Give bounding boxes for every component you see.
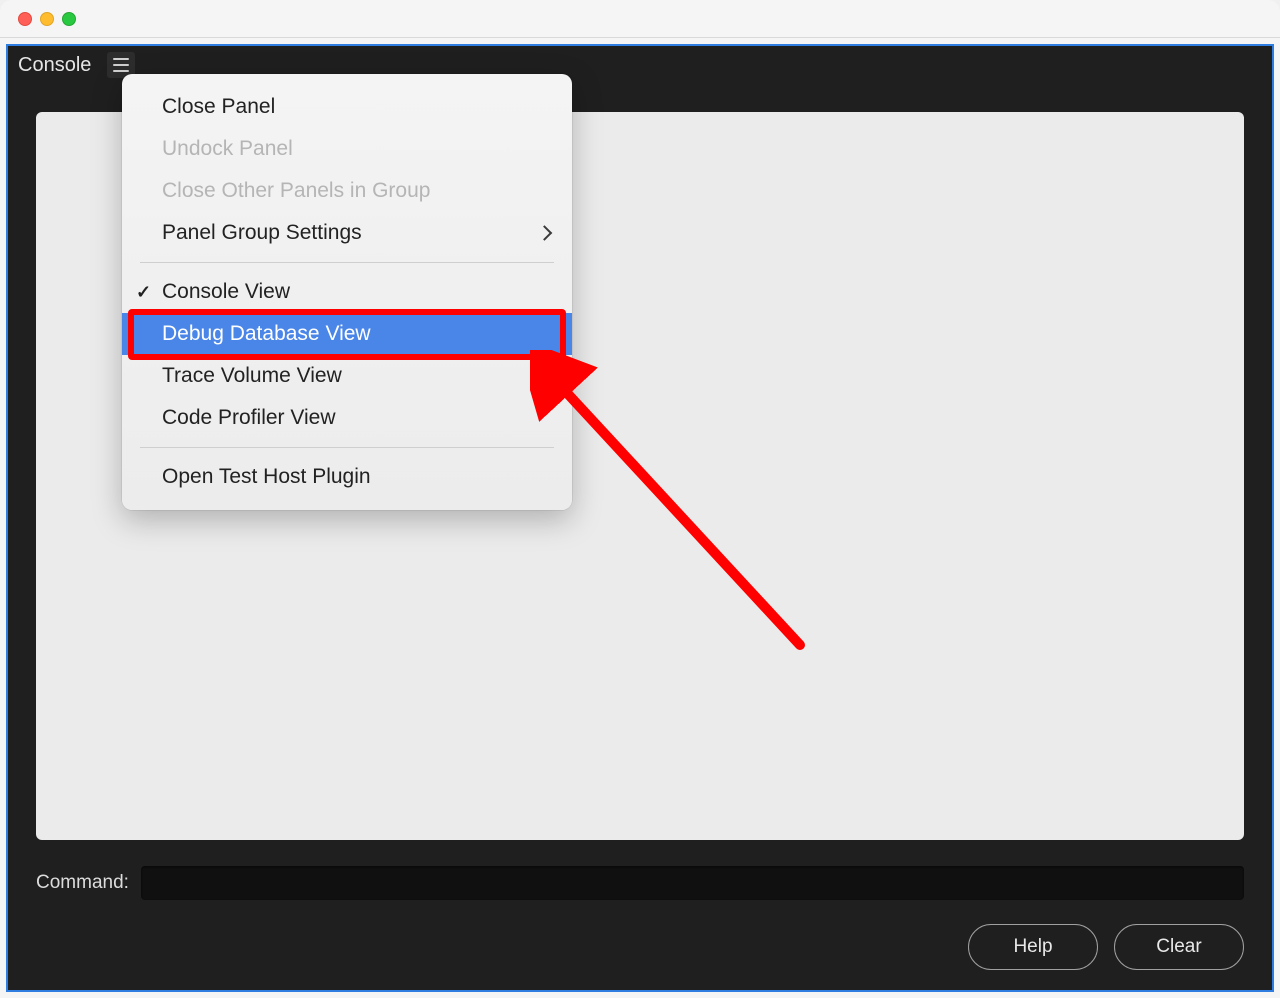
menu-divider (140, 262, 554, 263)
menu-item-close-others: Close Other Panels in Group (122, 170, 572, 212)
menu-item-debug-database-view[interactable]: Debug Database View (122, 313, 572, 355)
window-minimize-icon[interactable] (40, 12, 54, 26)
button-row: Help Clear (36, 910, 1244, 990)
command-label: Command: (36, 872, 129, 894)
hamburger-icon (113, 58, 129, 72)
command-row: Command: (36, 856, 1244, 910)
menu-item-close-panel[interactable]: Close Panel (122, 86, 572, 128)
command-input[interactable] (141, 866, 1244, 900)
panel-dropdown-menu[interactable]: Close Panel Undock Panel Close Other Pan… (122, 74, 572, 510)
clear-button[interactable]: Clear (1114, 924, 1244, 970)
window-close-icon[interactable] (18, 12, 32, 26)
help-button[interactable]: Help (968, 924, 1098, 970)
window-zoom-icon[interactable] (62, 12, 76, 26)
menu-item-code-profiler-view[interactable]: Code Profiler View (122, 397, 572, 439)
menu-item-trace-volume-view[interactable]: Trace Volume View (122, 355, 572, 397)
menu-item-console-view[interactable]: Console View (122, 271, 572, 313)
menu-item-open-test-host-plugin[interactable]: Open Test Host Plugin (122, 456, 572, 498)
panel-title[interactable]: Console (18, 54, 97, 77)
menu-item-panel-group-settings[interactable]: Panel Group Settings (122, 212, 572, 254)
titlebar (0, 0, 1280, 38)
menu-divider (140, 447, 554, 448)
menu-item-undock-panel: Undock Panel (122, 128, 572, 170)
app-window: Console Command: Help Clear (0, 0, 1280, 998)
